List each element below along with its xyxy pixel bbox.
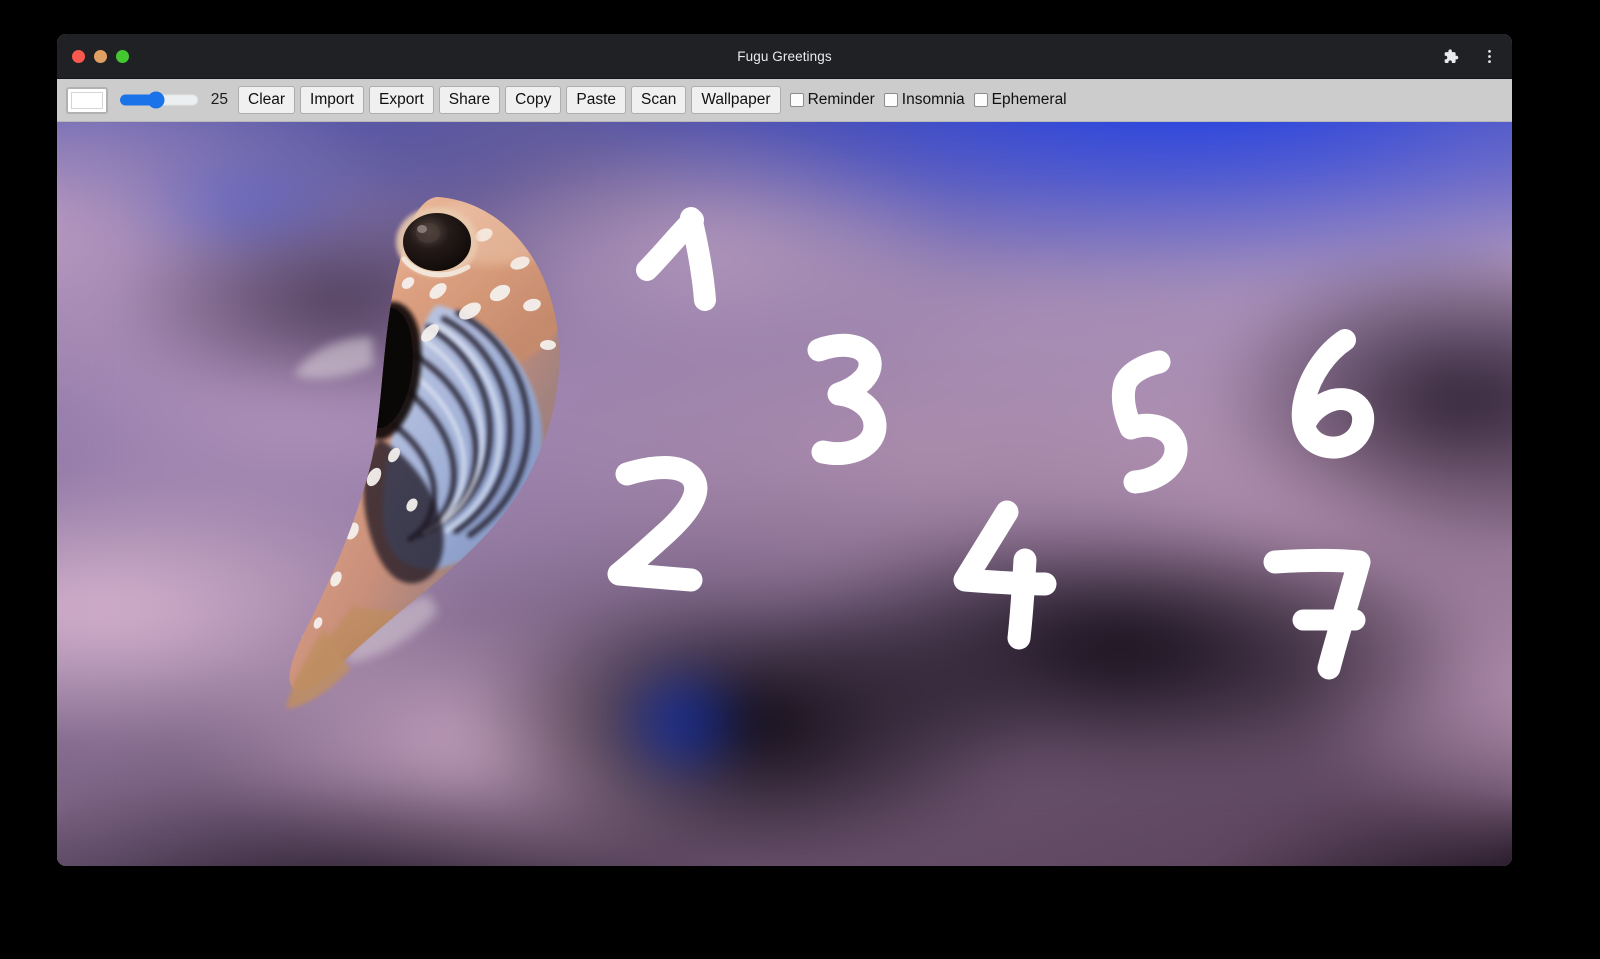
screen: Fugu Greetings 25 Clear Import Export Sh… [0, 0, 1600, 959]
numeral-1 [636, 207, 716, 311]
wallpaper-button[interactable]: Wallpaper [691, 86, 781, 114]
browser-window: Fugu Greetings 25 Clear Import Export Sh… [57, 34, 1512, 866]
photo-background-glow [57, 122, 1512, 866]
scan-button[interactable]: Scan [631, 86, 687, 114]
minimize-button[interactable] [94, 49, 107, 63]
close-button[interactable] [72, 49, 85, 63]
ephemeral-checkbox-label: Ephemeral [991, 91, 1067, 108]
photo-background-coral [57, 122, 1512, 866]
photo-background-shadow [57, 122, 1512, 866]
color-swatch-preview [71, 91, 103, 109]
insomnia-checkbox-label: Insomnia [901, 91, 965, 108]
export-button[interactable]: Export [368, 86, 434, 114]
photo-background-blur [57, 122, 1512, 866]
titlebar-actions [1439, 34, 1500, 78]
numeral-7 [1263, 549, 1371, 680]
insomnia-checkbox-box[interactable] [883, 93, 898, 107]
numeral-5 [1111, 350, 1188, 494]
traffic-light-group [57, 49, 129, 63]
import-button[interactable]: Import [300, 86, 364, 114]
ephemeral-checkbox-box[interactable] [973, 93, 988, 107]
ephemeral-checkbox[interactable]: Ephemeral [973, 91, 1067, 109]
paste-button[interactable]: Paste [566, 86, 626, 114]
handwritten-numerals-layer [57, 122, 1512, 866]
line-width-slider[interactable] [120, 87, 198, 114]
slider-value-label: 25 [210, 91, 228, 108]
numeral-2 [607, 456, 708, 592]
photo-background-base [57, 122, 1512, 866]
share-button[interactable]: Share [438, 86, 501, 114]
maximize-button[interactable] [116, 49, 129, 63]
clear-button[interactable]: Clear [238, 86, 296, 114]
reminder-checkbox-box[interactable] [789, 93, 804, 107]
drawing-canvas[interactable] [57, 122, 1512, 866]
numeral-3 [807, 333, 887, 465]
reminder-checkbox[interactable]: Reminder [789, 91, 875, 109]
copy-button[interactable]: Copy [505, 86, 562, 114]
reminder-checkbox-label: Reminder [807, 91, 875, 108]
numeral-6 [1291, 329, 1375, 459]
window-titlebar: Fugu Greetings [57, 34, 1512, 79]
insomnia-checkbox[interactable]: Insomnia [883, 91, 965, 109]
app-toolbar: 25 Clear Import Export Share Copy Paste … [57, 79, 1512, 122]
window-title: Fugu Greetings [737, 48, 832, 64]
more-menu-icon[interactable] [1478, 45, 1500, 67]
slider-thumb[interactable] [147, 91, 165, 109]
extensions-icon[interactable] [1439, 45, 1461, 67]
color-picker-input[interactable] [66, 86, 108, 114]
pufferfish-photo-subject [232, 187, 592, 717]
numeral-4 [953, 500, 1057, 650]
